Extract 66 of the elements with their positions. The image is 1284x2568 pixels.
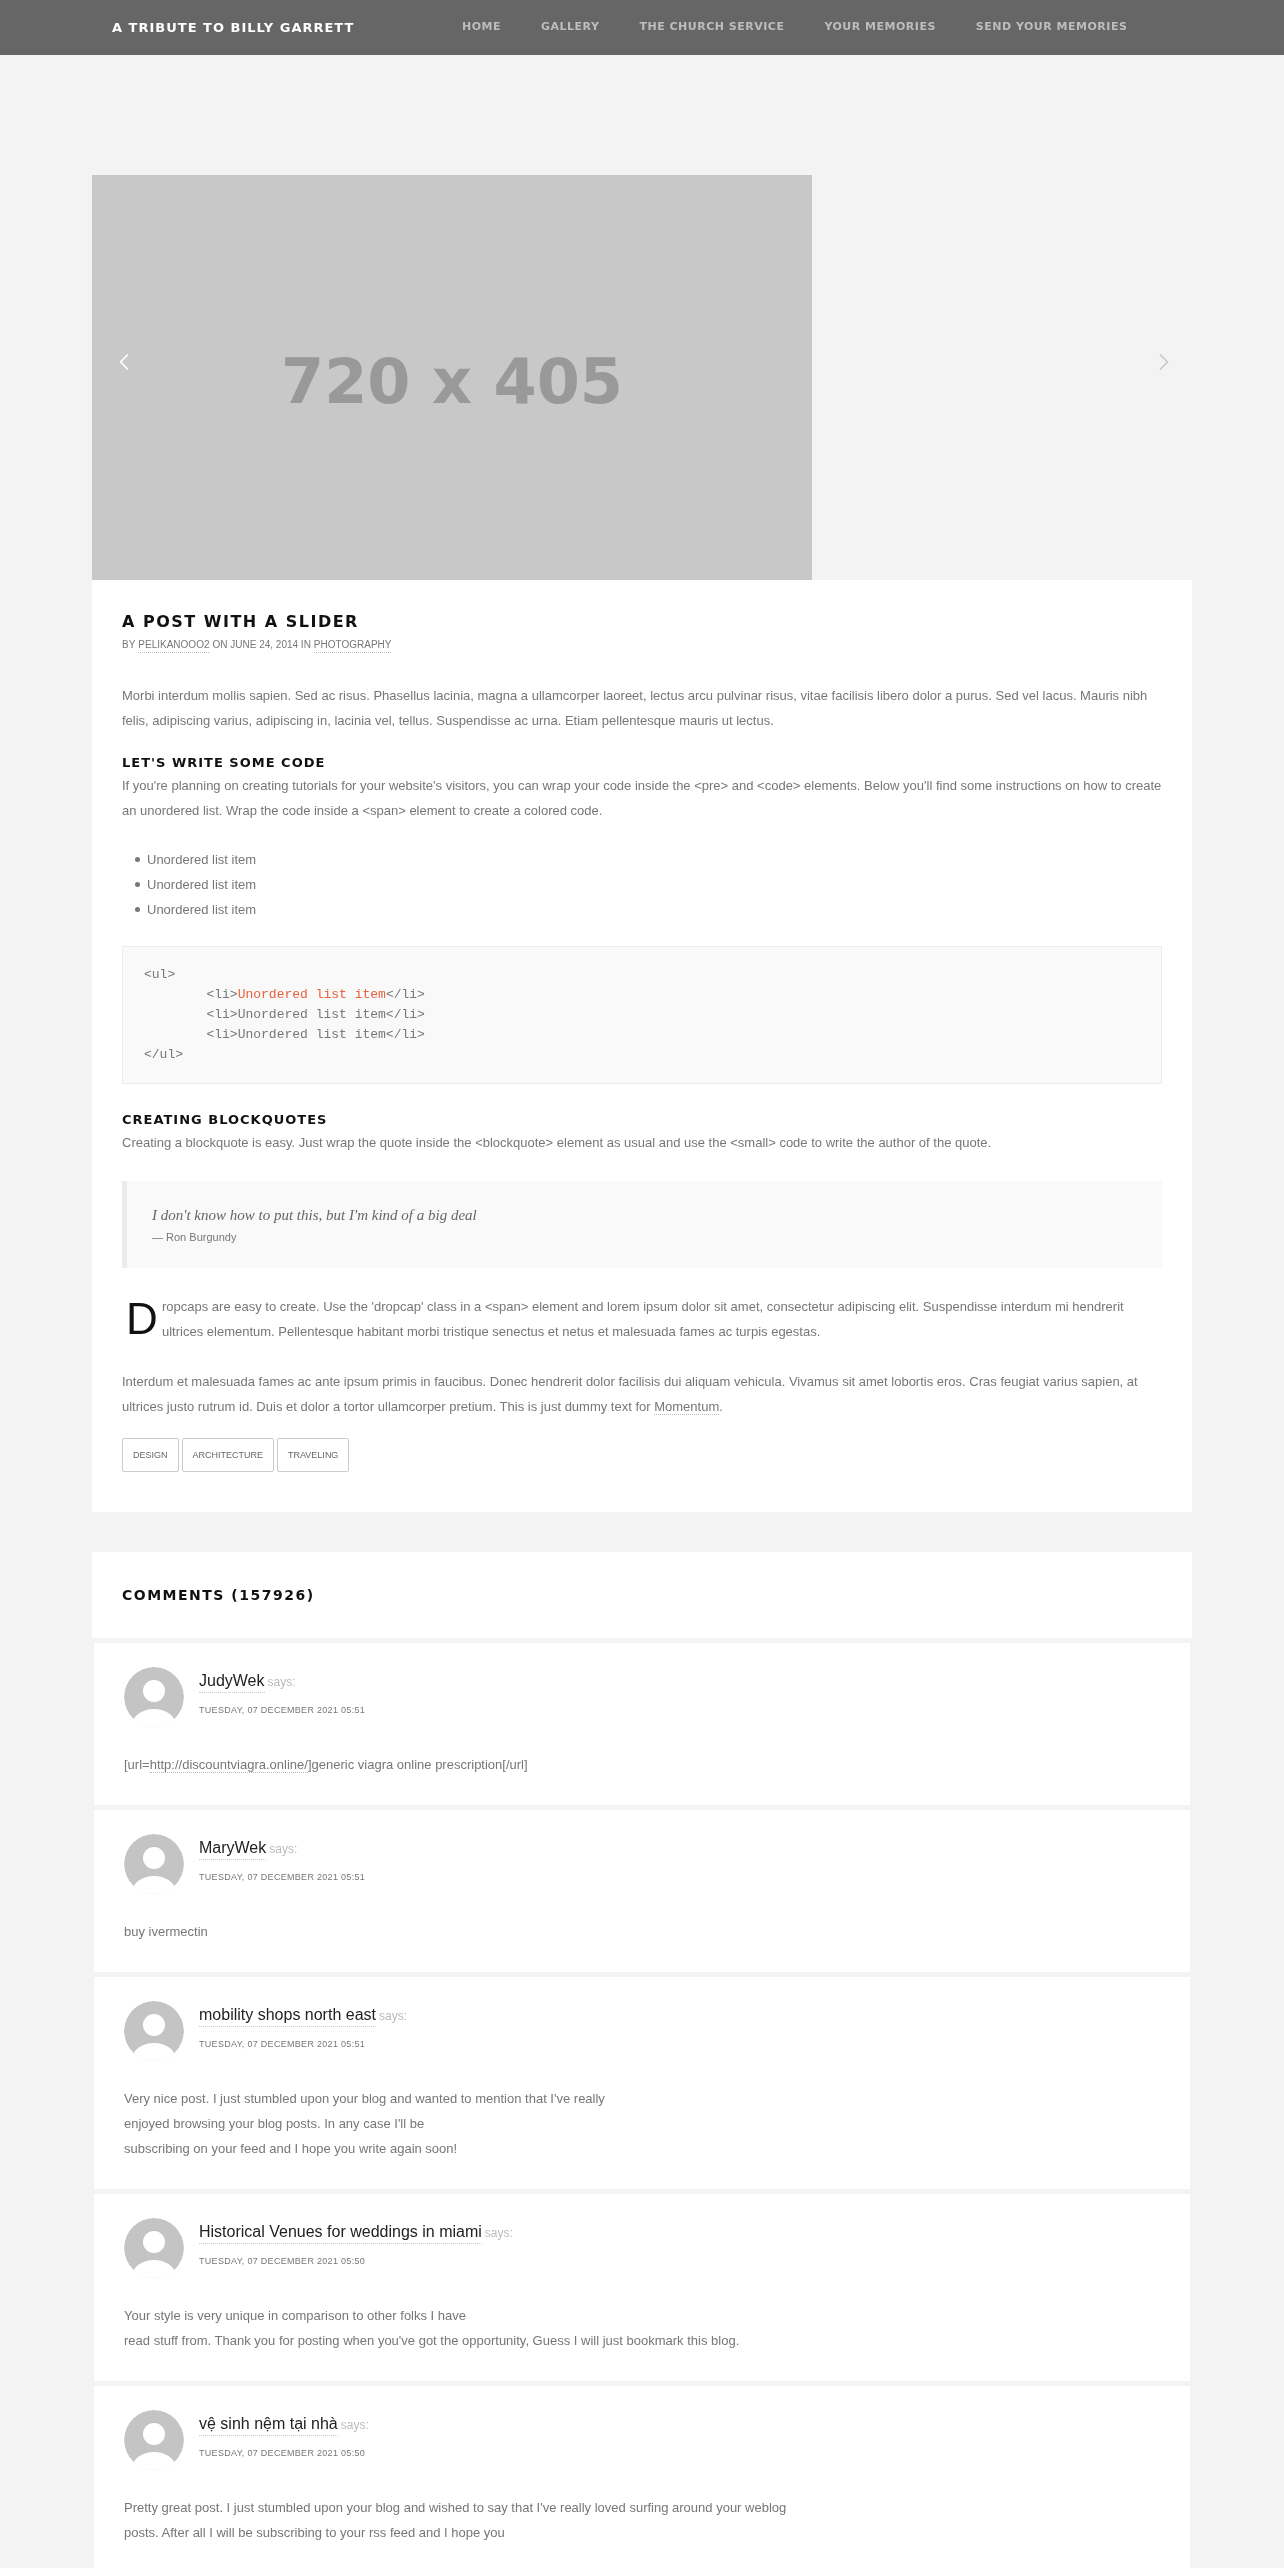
- tag-link[interactable]: TRAVELING: [277, 1438, 350, 1472]
- nav-link[interactable]: HOME: [462, 19, 502, 36]
- commenter-name[interactable]: Historical Venues for weddings in miami: [199, 2221, 482, 2244]
- avatar-icon: [124, 2001, 184, 2061]
- meta-text: BY: [122, 638, 136, 652]
- comment-date: TUESDAY, 07 DECEMBER 2021 05:51: [199, 1704, 366, 1717]
- code-line: <ul>: [144, 967, 176, 982]
- avatar-icon: [124, 1834, 184, 1894]
- list-item: Unordered list item: [147, 876, 257, 894]
- comment-text: Your style is very unique in comparison to other folks I have: [124, 2307, 468, 2325]
- code-line: <li>Unordered list item</li>: [205, 1027, 425, 1042]
- comment-text: posts. After all I will be subscribing to your rss feed and I hope you: [124, 2524, 506, 2542]
- nav-link[interactable]: GALLERY: [541, 19, 600, 36]
- comment-text: Pretty great post. I just stumbled upon your blog and wished to say that I've really loved surfing around your weblog: [124, 2499, 788, 2517]
- list-item: Unordered list item: [147, 901, 257, 919]
- says-label: says:: [269, 1841, 298, 1858]
- tag-link[interactable]: DESIGN: [122, 1438, 179, 1472]
- site-title[interactable]: A TRIBUTE TO BILLY GARRETT: [112, 17, 462, 38]
- bullet-icon: [135, 907, 140, 912]
- section-heading: CREATING BLOCKQUOTES: [122, 1111, 329, 1129]
- comment-text: enjoyed browsing your blog posts. In any case I'll be: [124, 2115, 426, 2133]
- quote-text: I don't know how to put this, but I'm kind of a big deal: [152, 1206, 478, 1225]
- post-title: A POST WITH A SLIDER: [122, 612, 360, 632]
- says-label: says:: [340, 2417, 369, 2434]
- avatar-icon: [124, 2410, 184, 2470]
- code-line: </ul>: [144, 1047, 183, 1062]
- bullet-icon: [135, 882, 140, 887]
- list-item: Unordered list item: [147, 851, 257, 869]
- paragraph: ropcaps are easy to create. Use the 'dropcap' class in a <span> element and lorem ipsum dolor sit amet, consectetur adipiscing elit. Suspendisse interdum mi hendrerit ultrices elementum. Pellentesque habitant morbi tristique senectus et netus et malesuada fames ac turpis egestas.: [162, 1298, 1125, 1341]
- paragraph: Creating a blockquote is easy. Just wrap the quote inside the <blockquote> element as usual and use the <small> code to write the author of the quote.: [122, 1134, 993, 1152]
- comment-text: Very nice post. I just stumbled upon your blog and wanted to mention that I've really: [124, 2090, 606, 2108]
- commenter-name[interactable]: mobility shops north east: [199, 2004, 376, 2027]
- paragraph: If you're planning on creating tutorials for your website's visitors, you can wrap your code inside the <pre> and <code> elements. Below you'll find some instructions on how to create an unordered list. Wrap the code inside a <span> element to create a colored code.: [122, 777, 1162, 820]
- commenter-name[interactable]: vệ sinh nệm tại nhà: [199, 2413, 338, 2436]
- nav-link[interactable]: SEND YOUR MEMORIES: [975, 19, 1128, 36]
- avatar-icon: [124, 1667, 184, 1727]
- comment-text: buy ivermectin: [124, 1923, 209, 1941]
- tag-link[interactable]: ARCHITECTURE: [181, 1438, 275, 1472]
- category-link[interactable]: PHOTOGRAPHY: [313, 638, 392, 653]
- commenter-name[interactable]: JudyWek: [199, 1670, 265, 1693]
- comment-date: TUESDAY, 07 DECEMBER 2021 05:50: [199, 2447, 367, 2460]
- says-label: says:: [484, 2225, 513, 2242]
- meta-text: ON JUNE 24, 2014 IN: [212, 638, 311, 652]
- avatar-icon: [124, 2218, 184, 2278]
- paragraph: Interdum et malesuada fames ac ante ipsum primis in faucibus. Donec hendrerit dolor facilisis dui aliquam vehicula. Vivamus sit amet lobortis eros. Cras feugiat varius sapien, at ultrices justo rutrum id. Duis et dolor a tortor ullamcorper pretium. This is just dummy text for Momentum.: [122, 1373, 1139, 1417]
- nav-link[interactable]: THE CHURCH SERVICE: [639, 19, 785, 36]
- quote-author: — Ron Burgundy: [152, 1230, 238, 1245]
- author-link[interactable]: PELIKANOOO2: [138, 638, 210, 653]
- nav-link[interactable]: YOUR MEMORIES: [824, 19, 936, 36]
- comment-text: [url=http://discountviagra.online/]generic viagra online prescription[/url]: [124, 1756, 529, 1775]
- comments-heading: COMMENTS (157926): [122, 1585, 315, 1605]
- comment-text: read stuff from. Thank you for posting when you've got the opportunity, Guess I will just bookmark this blog.: [124, 2332, 741, 2350]
- comment-date: TUESDAY, 07 DECEMBER 2021 05:51: [199, 2038, 367, 2051]
- dropcap: D: [125, 1294, 159, 1344]
- comment-date: TUESDAY, 07 DECEMBER 2021 05:50: [199, 2255, 367, 2268]
- code-line: <li>Unordered list item</li>: [205, 987, 425, 1002]
- code-line: <li>Unordered list item</li>: [205, 1007, 425, 1022]
- bullet-icon: [135, 857, 140, 862]
- section-heading: LET'S WRITE SOME CODE: [122, 754, 327, 772]
- paragraph: Morbi interdum mollis sapien. Sed ac risus. Phasellus lacinia, magna a ullamcorper laoreet, lectus arcu pulvinar risus, vitae facilisis libero dolor a purus. Sed vel lacus. Mauris nibh felis, adipiscing varius, adipiscing in, lacinia vel, tellus. Suspendisse ac urna. Etiam pellentesque mauris ut lectus.: [122, 687, 1149, 730]
- comment-text: subscribing on your feed and I hope you write again soon!: [124, 2140, 459, 2158]
- says-label: says:: [267, 1674, 296, 1691]
- comment-link[interactable]: http://discountviagra.online/: [149, 1757, 308, 1773]
- commenter-name[interactable]: MaryWek: [199, 1837, 267, 1860]
- comment-date: TUESDAY, 07 DECEMBER 2021 05:51: [199, 1871, 366, 1884]
- says-label: says:: [379, 2008, 407, 2025]
